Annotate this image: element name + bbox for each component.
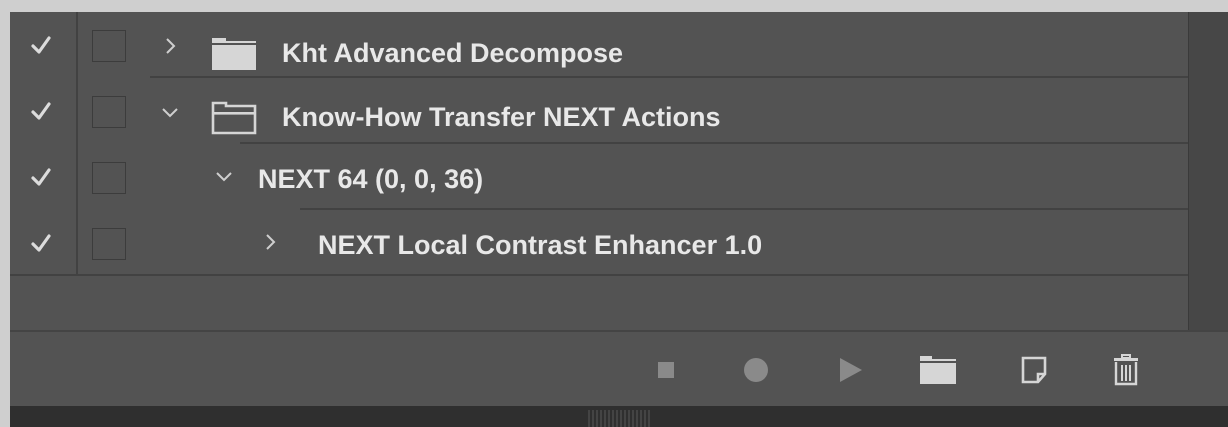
create-new-set-button[interactable] [908, 332, 968, 408]
stop-icon [658, 362, 674, 378]
stop-button[interactable] [636, 332, 696, 408]
scrollbar-track[interactable] [1188, 12, 1228, 330]
action-label: NEXT 64 (0, 0, 36) [258, 164, 484, 194]
list-empty-area [10, 276, 1188, 330]
window-edge-left [0, 0, 10, 427]
actions-toolbar [10, 330, 1228, 408]
toggle-item-cell[interactable] [10, 78, 78, 144]
checkmark-icon[interactable] [30, 100, 52, 122]
folder-icon [920, 356, 956, 384]
toggle-dialog-box[interactable] [92, 96, 126, 128]
folder-filled-icon [212, 38, 256, 70]
chevron-right-icon[interactable] [260, 232, 280, 252]
resize-grip[interactable] [588, 410, 652, 427]
play-button[interactable] [820, 332, 880, 408]
toggle-dialog-box[interactable] [92, 30, 126, 62]
toggle-item-cell[interactable] [10, 210, 78, 276]
actions-list: Kht Advanced Decompose Know-How Transfer… [10, 12, 1188, 330]
chevron-down-icon[interactable] [214, 166, 234, 186]
record-icon [744, 358, 768, 382]
action-set-label: Kht Advanced Decompose [282, 38, 624, 68]
new-item-icon [1021, 356, 1047, 384]
action-step-row[interactable]: NEXT Local Contrast Enhancer 1.0 [10, 210, 1188, 276]
checkmark-icon[interactable] [30, 166, 52, 188]
create-new-action-button[interactable] [1004, 332, 1064, 408]
checkmark-icon[interactable] [30, 232, 52, 254]
chevron-right-icon[interactable] [160, 36, 180, 56]
action-step-label: NEXT Local Contrast Enhancer 1.0 [318, 230, 763, 260]
toggle-item-cell[interactable] [10, 144, 78, 210]
record-button[interactable] [726, 332, 786, 408]
toggle-dialog-box[interactable] [92, 228, 126, 260]
checkmark-icon[interactable] [30, 34, 52, 56]
action-set-row[interactable]: Know-How Transfer NEXT Actions [10, 78, 1188, 144]
play-icon [840, 358, 862, 382]
trash-icon [1114, 354, 1138, 386]
toggle-dialog-box[interactable] [92, 162, 126, 194]
action-set-row[interactable]: Kht Advanced Decompose [10, 12, 1188, 78]
delete-button[interactable] [1096, 332, 1156, 408]
action-set-label: Know-How Transfer NEXT Actions [282, 102, 721, 132]
toggle-item-cell[interactable] [10, 12, 78, 78]
chevron-down-icon[interactable] [160, 102, 180, 122]
action-row[interactable]: NEXT 64 (0, 0, 36) [10, 144, 1188, 210]
window-edge-top [0, 0, 1228, 12]
folder-open-icon [211, 101, 257, 135]
